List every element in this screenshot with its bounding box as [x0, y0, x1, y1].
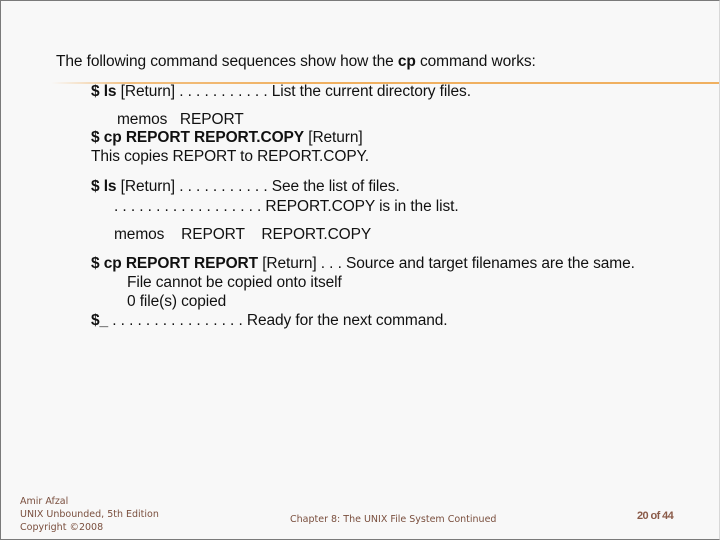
example-cp-same: $ cp REPORT REPORT [Return] . . . Source…	[91, 255, 635, 273]
command: $ cp REPORT REPORT	[91, 255, 259, 272]
prompt: $_	[91, 312, 109, 329]
ls-output-2: memos REPORT REPORT.COPY	[114, 226, 372, 243]
slide: The following command sequences show how…	[0, 0, 720, 540]
cp-explanation: This copies REPORT to REPORT.COPY.	[91, 148, 369, 165]
example-ls-2: $ ls [Return] . . . . . . . . . . . See …	[91, 178, 400, 196]
prompt-ready: $_ . . . . . . . . . . . . . . . . Ready…	[91, 312, 448, 330]
ls-note: . . . . . . . . . . . . . . . . . . REPO…	[114, 198, 459, 215]
footer-copyright: Copyright ©2008	[20, 522, 104, 533]
intro-text: The following command sequences show how…	[56, 53, 536, 71]
footer-chapter: Chapter 8: The UNIX File System Continue…	[290, 514, 497, 525]
footer-book: UNIX Unbounded, 5th Edition	[20, 509, 159, 520]
description: . . . . . . . . . . . . . . . . Ready fo…	[108, 312, 448, 329]
slide-number: 20 of 44	[637, 510, 674, 522]
intro-command: cp	[397, 53, 416, 70]
cp-error-2: 0 file(s) copied	[127, 293, 227, 310]
description: [Return]	[304, 129, 363, 146]
footer-author: Amir Afzal	[20, 496, 69, 507]
ls-output-1: memos REPORT	[117, 111, 244, 128]
command: $ ls	[91, 178, 117, 195]
intro-prefix: The following command sequences show how…	[56, 53, 398, 70]
description: [Return] . . . . . . . . . . . List the …	[116, 83, 471, 100]
description: [Return] . . . . . . . . . . . See the l…	[116, 178, 400, 195]
example-ls-1: $ ls [Return] . . . . . . . . . . . List…	[91, 83, 471, 101]
cp-error-1: File cannot be copied onto itself	[127, 274, 342, 291]
footer-credits: Amir Afzal UNIX Unbounded, 5th Edition C…	[20, 495, 159, 534]
intro-suffix: command works:	[415, 53, 536, 70]
description: [Return] . . . Source and target filenam…	[258, 255, 635, 272]
command: $ cp REPORT REPORT.COPY	[91, 129, 305, 146]
command: $ ls	[91, 83, 117, 100]
example-cp-copy: $ cp REPORT REPORT.COPY [Return]	[91, 129, 363, 147]
